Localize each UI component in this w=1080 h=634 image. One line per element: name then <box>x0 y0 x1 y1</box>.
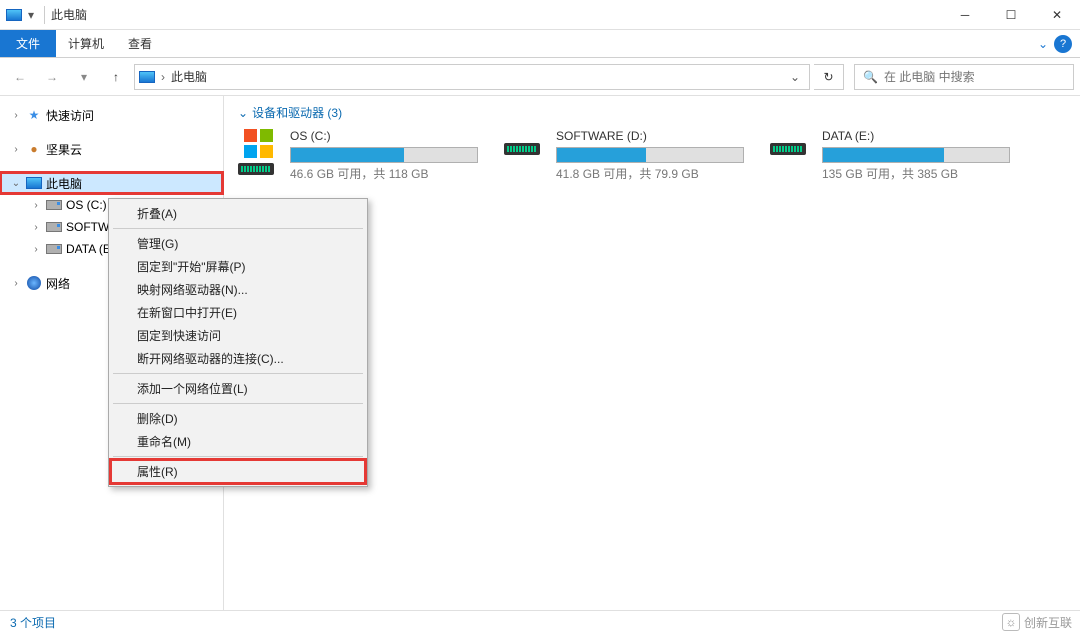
watermark: ☼ 创新互联 <box>1002 613 1072 631</box>
tab-computer[interactable]: 计算机 <box>56 30 116 57</box>
maximize-button[interactable]: ☐ <box>988 0 1034 30</box>
nutcloud-icon: ● <box>26 141 42 157</box>
sidebar-item-label: 网络 <box>46 275 70 292</box>
context-menu: 折叠(A) 管理(G) 固定到"开始"屏幕(P) 映射网络驱动器(N)... 在… <box>108 198 368 487</box>
watermark-text: 创新互联 <box>1024 614 1072 631</box>
drive-data-e[interactable]: DATA (E:) 135 GB 可用，共 385 GB <box>770 129 1010 182</box>
ribbon-tabs: 文件 计算机 查看 ⌄ ? <box>0 30 1080 58</box>
ctx-open-new[interactable]: 在新窗口中打开(E) <box>111 301 365 324</box>
expand-ribbon-icon[interactable]: ⌄ <box>1038 37 1048 51</box>
watermark-icon: ☼ <box>1002 613 1020 631</box>
chevron-right-icon[interactable]: › <box>10 144 22 155</box>
toolbar: ← → ▾ ↑ › 此电脑 ⌄ ↻ 🔍 <box>0 58 1080 96</box>
titlebar: ▾ 此电脑 ─ ☐ ✕ <box>0 0 1080 30</box>
ctx-delete[interactable]: 删除(D) <box>111 407 365 430</box>
disk-icon <box>46 241 62 257</box>
chevron-right-icon[interactable]: › <box>10 110 22 121</box>
group-header-label: 设备和驱动器 (3) <box>252 104 342 121</box>
close-button[interactable]: ✕ <box>1034 0 1080 30</box>
sidebar-item-nutcloud[interactable]: › ● 坚果云 <box>0 138 223 160</box>
sidebar-item-label: 此电脑 <box>46 175 82 192</box>
status-item-count: 3 个项目 <box>10 614 56 631</box>
chevron-right-icon[interactable]: › <box>30 200 42 211</box>
search-input[interactable] <box>884 70 1065 84</box>
sidebar-item-label: DATA (E: <box>66 242 114 256</box>
separator <box>113 403 363 404</box>
ctx-properties[interactable]: 属性(R) <box>111 460 365 483</box>
sidebar-item-label: 坚果云 <box>46 141 82 158</box>
drive-icon <box>238 129 280 182</box>
chevron-right-icon[interactable]: › <box>10 278 22 289</box>
app-icon <box>6 9 22 21</box>
sidebar-item-quick-access[interactable]: › ★ 快速访问 <box>0 104 223 126</box>
address-bar[interactable]: › 此电脑 ⌄ <box>134 64 810 90</box>
tab-view[interactable]: 查看 <box>116 30 164 57</box>
drive-icon <box>770 129 812 182</box>
capacity-bar <box>556 147 744 163</box>
address-dropdown-icon[interactable]: ⌄ <box>785 70 805 84</box>
tab-file[interactable]: 文件 <box>0 30 56 57</box>
breadcrumb[interactable]: 此电脑 <box>171 68 207 85</box>
chevron-right-icon[interactable]: › <box>30 222 42 233</box>
ctx-disconnect[interactable]: 断开网络驱动器的连接(C)... <box>111 347 365 370</box>
disk-icon <box>46 219 62 235</box>
drive-os-c[interactable]: OS (C:) 46.6 GB 可用，共 118 GB <box>238 129 478 182</box>
refresh-button[interactable]: ↻ <box>814 64 844 90</box>
drive-software-d[interactable]: SOFTWARE (D:) 41.8 GB 可用，共 79.9 GB <box>504 129 744 182</box>
sidebar-item-label: OS (C:) <box>66 198 107 212</box>
window-title: 此电脑 <box>51 6 87 23</box>
drive-capacity-text: 41.8 GB 可用，共 79.9 GB <box>556 165 744 182</box>
ctx-map-drive[interactable]: 映射网络驱动器(N)... <box>111 278 365 301</box>
drive-icon <box>504 129 546 182</box>
status-bar: 3 个项目 <box>0 610 1080 634</box>
forward-button[interactable]: → <box>38 63 66 91</box>
location-icon <box>139 71 155 83</box>
back-button[interactable]: ← <box>6 63 34 91</box>
ctx-pin-quick-access[interactable]: 固定到快速访问 <box>111 324 365 347</box>
chevron-right-icon[interactable]: › <box>161 70 165 84</box>
disk-icon <box>46 197 62 213</box>
drive-name: DATA (E:) <box>822 129 1010 143</box>
history-dropdown-icon[interactable]: ▾ <box>70 63 98 91</box>
ctx-pin-start[interactable]: 固定到"开始"屏幕(P) <box>111 255 365 278</box>
drive-capacity-text: 46.6 GB 可用，共 118 GB <box>290 165 478 182</box>
separator <box>113 456 363 457</box>
ctx-manage[interactable]: 管理(G) <box>111 232 365 255</box>
chevron-down-icon[interactable]: ⌄ <box>10 178 22 189</box>
capacity-bar <box>822 147 1010 163</box>
group-header-devices[interactable]: ⌄ 设备和驱动器 (3) <box>238 104 1066 121</box>
separator <box>113 228 363 229</box>
computer-icon <box>26 175 42 191</box>
ctx-add-location[interactable]: 添加一个网络位置(L) <box>111 377 365 400</box>
sidebar-item-this-pc[interactable]: ⌄ 此电脑 <box>0 172 223 194</box>
minimize-button[interactable]: ─ <box>942 0 988 30</box>
star-icon: ★ <box>26 107 42 123</box>
separator <box>44 6 45 24</box>
quick-access-dropdown-icon[interactable]: ▾ <box>28 8 38 22</box>
search-icon: 🔍 <box>863 70 878 84</box>
drive-capacity-text: 135 GB 可用，共 385 GB <box>822 165 1010 182</box>
drive-name: SOFTWARE (D:) <box>556 129 744 143</box>
capacity-bar <box>290 147 478 163</box>
chevron-down-icon[interactable]: ⌄ <box>238 106 248 120</box>
help-icon[interactable]: ? <box>1054 35 1072 53</box>
up-button[interactable]: ↑ <box>102 63 130 91</box>
chevron-right-icon[interactable]: › <box>30 244 42 255</box>
separator <box>113 373 363 374</box>
ctx-collapse[interactable]: 折叠(A) <box>111 202 365 225</box>
search-box[interactable]: 🔍 <box>854 64 1074 90</box>
sidebar-item-label: 快速访问 <box>46 107 94 124</box>
drive-name: OS (C:) <box>290 129 478 143</box>
ctx-rename[interactable]: 重命名(M) <box>111 430 365 453</box>
globe-icon <box>26 275 42 291</box>
